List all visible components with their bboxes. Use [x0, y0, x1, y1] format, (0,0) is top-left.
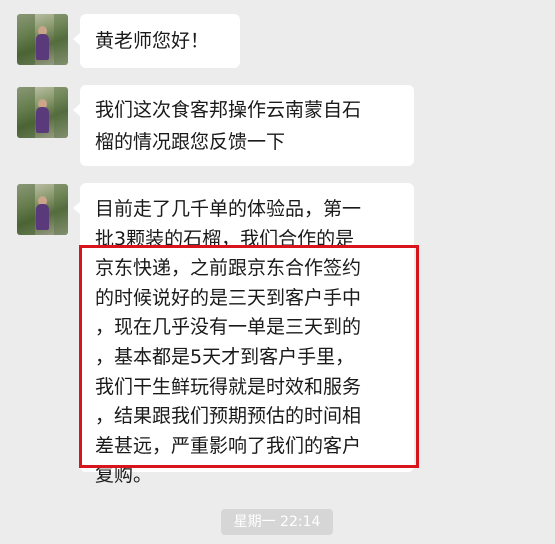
message-text: 目前走了几千单的体验品，第一 [95, 198, 362, 220]
message-bubble[interactable]: 我们这次食客邦操作云南蒙自石 榴的情况跟您反馈一下 [73, 85, 414, 166]
contact-avatar[interactable] [17, 184, 68, 235]
message-text: 我们这次食客邦操作云南蒙自石 [95, 99, 362, 121]
highlight-box [79, 245, 419, 468]
timestamp-badge: 星期一 22:14 [221, 509, 333, 535]
message-bubble[interactable]: 黄老师您好！ [73, 14, 240, 68]
message-text: 榴的情况跟您反馈一下 [95, 131, 286, 153]
contact-avatar[interactable] [17, 87, 68, 138]
contact-avatar[interactable] [17, 14, 68, 65]
message-text: 黄老师您好！ [95, 30, 210, 52]
